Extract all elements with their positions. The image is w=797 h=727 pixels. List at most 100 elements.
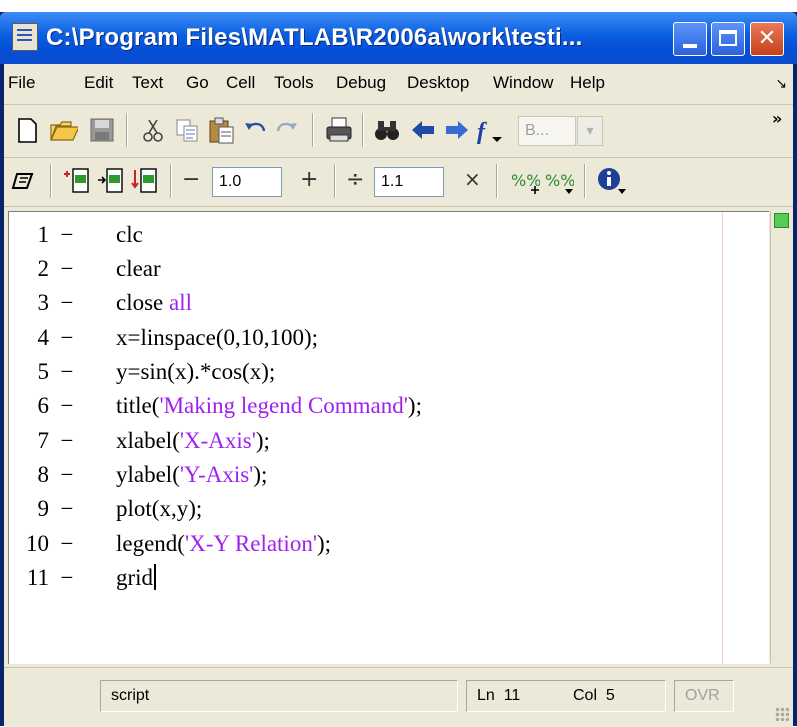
editor-app-icon[interactable] bbox=[12, 23, 38, 51]
menu-go[interactable]: Go bbox=[186, 73, 209, 93]
breakpoint-marker[interactable]: − bbox=[57, 563, 77, 593]
eval-file-icon[interactable] bbox=[130, 166, 160, 196]
text-cursor bbox=[154, 564, 156, 590]
svg-text:%%: %% bbox=[545, 171, 574, 190]
menu-desktop[interactable]: Desktop bbox=[407, 73, 469, 93]
copy-icon[interactable] bbox=[172, 115, 202, 145]
save-icon[interactable] bbox=[86, 115, 116, 145]
code-line[interactable]: ylabel('Y-Axis'); bbox=[116, 460, 267, 490]
code-line[interactable]: clc bbox=[116, 220, 143, 250]
cell-mode-icon[interactable] bbox=[10, 166, 40, 196]
code-line[interactable]: x=linspace(0,10,100); bbox=[116, 323, 318, 353]
print-icon[interactable] bbox=[324, 115, 354, 145]
menu-window[interactable]: Window bbox=[493, 73, 553, 93]
forward-arrow-icon[interactable] bbox=[442, 115, 472, 145]
menu-help[interactable]: Help bbox=[570, 73, 605, 93]
minimize-button[interactable] bbox=[673, 22, 707, 56]
status-mode: script bbox=[100, 680, 458, 712]
line-number: 3 bbox=[37, 290, 50, 315]
multiply-value-field[interactable]: 1.1 bbox=[374, 167, 444, 197]
breakpoint-marker[interactable]: − bbox=[57, 323, 77, 353]
breakpoint-marker[interactable]: − bbox=[57, 357, 77, 387]
find-binoculars-icon[interactable] bbox=[372, 115, 402, 145]
menu-file[interactable]: File bbox=[8, 73, 35, 93]
code-line[interactable]: clear bbox=[116, 254, 161, 284]
eval-advance-icon[interactable] bbox=[96, 166, 126, 196]
menu-tools[interactable]: Tools bbox=[274, 73, 314, 93]
toolbar-separator bbox=[334, 164, 336, 198]
menu-edit[interactable]: Edit bbox=[84, 73, 113, 93]
new-file-icon[interactable] bbox=[12, 115, 42, 145]
toolbar-overflow-icon[interactable]: » bbox=[772, 109, 782, 128]
line-number: 1 bbox=[37, 222, 50, 247]
line-number: 7 bbox=[37, 428, 50, 453]
breakpoint-marker[interactable]: − bbox=[57, 529, 77, 559]
info-icon[interactable] bbox=[596, 166, 626, 196]
chevron-down-icon: ▾ bbox=[586, 123, 594, 139]
cut-icon[interactable] bbox=[138, 115, 168, 145]
status-bar: script Ln 11 Col 5 OVR bbox=[4, 667, 793, 727]
code-line[interactable]: legend('X-Y Relation'); bbox=[116, 529, 331, 559]
right-margin-line bbox=[722, 212, 723, 664]
menu-debug[interactable]: Debug bbox=[336, 73, 386, 93]
breakpoint-marker[interactable]: − bbox=[57, 288, 77, 318]
stack-dropdown-button[interactable]: ▾ bbox=[577, 116, 603, 146]
line-number-gutter[interactable]: 1− 2− 3− 4− 5− 6− 7− 8− 9− 10− 11− bbox=[8, 211, 95, 664]
status-position: Ln 11 Col 5 bbox=[466, 680, 666, 712]
string-literal: 'X-Y Relation' bbox=[184, 531, 317, 556]
menu-overflow-icon[interactable]: ↘ bbox=[775, 76, 787, 92]
title-bar[interactable]: C:\Program Files\MATLAB\R2006a\work\test… bbox=[0, 12, 797, 64]
back-arrow-icon[interactable] bbox=[408, 115, 438, 145]
breakpoint-marker[interactable]: − bbox=[57, 391, 77, 421]
increment-button[interactable]: + bbox=[300, 167, 318, 192]
maximize-button[interactable] bbox=[711, 22, 745, 56]
cell-toolbar: − 1.0 + ÷ 1.1 × %% %% bbox=[4, 158, 793, 207]
toolbar-separator bbox=[362, 113, 364, 147]
stack-field[interactable]: B... bbox=[518, 116, 576, 146]
string-literal: all bbox=[169, 290, 193, 315]
decrement-button[interactable]: − bbox=[182, 167, 200, 192]
code-line[interactable]: y=sin(x).*cos(x); bbox=[116, 357, 275, 387]
breakpoint-marker[interactable]: − bbox=[57, 254, 77, 284]
toolbar-separator bbox=[126, 113, 128, 147]
mlint-ok-indicator[interactable] bbox=[774, 213, 789, 228]
cell-dropdown-icon[interactable]: %% bbox=[544, 166, 574, 196]
menu-cell[interactable]: Cell bbox=[226, 73, 255, 93]
divide-button[interactable]: ÷ bbox=[346, 167, 364, 192]
editor-window: C:\Program Files\MATLAB\R2006a\work\test… bbox=[0, 12, 797, 727]
line-number: 5 bbox=[37, 359, 50, 384]
code-line[interactable]: grid bbox=[116, 563, 156, 593]
toolbar-separator bbox=[496, 164, 498, 198]
code-line[interactable]: plot(x,y); bbox=[116, 494, 202, 524]
menu-text[interactable]: Text bbox=[132, 73, 163, 93]
toolbar-separator bbox=[50, 164, 52, 198]
code-line[interactable]: close all bbox=[116, 288, 192, 318]
line-number: 4 bbox=[37, 325, 50, 350]
undo-icon[interactable] bbox=[240, 115, 270, 145]
code-editor[interactable]: 1− 2− 3− 4− 5− 6− 7− 8− 9− 10− 11− clc c… bbox=[4, 207, 793, 667]
code-line[interactable]: title('Making legend Command'); bbox=[116, 391, 422, 421]
open-folder-icon[interactable] bbox=[48, 115, 78, 145]
mlint-status-strip[interactable] bbox=[770, 211, 790, 663]
window-title: C:\Program Files\MATLAB\R2006a\work\test… bbox=[46, 24, 583, 51]
eval-cell-icon[interactable] bbox=[62, 166, 92, 196]
multiply-button[interactable]: × bbox=[464, 167, 481, 191]
insert-cell-divider-icon[interactable]: %% bbox=[510, 166, 540, 196]
code-text-area[interactable]: clc clear close all x=linspace(0,10,100)… bbox=[94, 211, 769, 664]
function-icon[interactable]: f bbox=[474, 115, 504, 145]
toolbar-separator bbox=[312, 113, 314, 147]
main-toolbar: f B... ▾ » bbox=[4, 105, 793, 158]
string-literal: 'X-Axis' bbox=[179, 428, 256, 453]
breakpoint-marker[interactable]: − bbox=[57, 220, 77, 250]
resize-grip-icon[interactable] bbox=[775, 707, 789, 721]
string-literal: 'Y-Axis' bbox=[179, 462, 254, 487]
code-line[interactable]: xlabel('X-Axis'); bbox=[116, 426, 270, 456]
redo-icon[interactable] bbox=[272, 115, 302, 145]
menu-bar: File Edit Text Go Cell Tools Debug Deskt… bbox=[4, 64, 793, 105]
close-button[interactable]: ✕ bbox=[750, 22, 784, 56]
paste-icon[interactable] bbox=[206, 115, 236, 145]
breakpoint-marker[interactable]: − bbox=[57, 460, 77, 490]
breakpoint-marker[interactable]: − bbox=[57, 426, 77, 456]
breakpoint-marker[interactable]: − bbox=[57, 494, 77, 524]
decrement-value-field[interactable]: 1.0 bbox=[212, 167, 282, 197]
